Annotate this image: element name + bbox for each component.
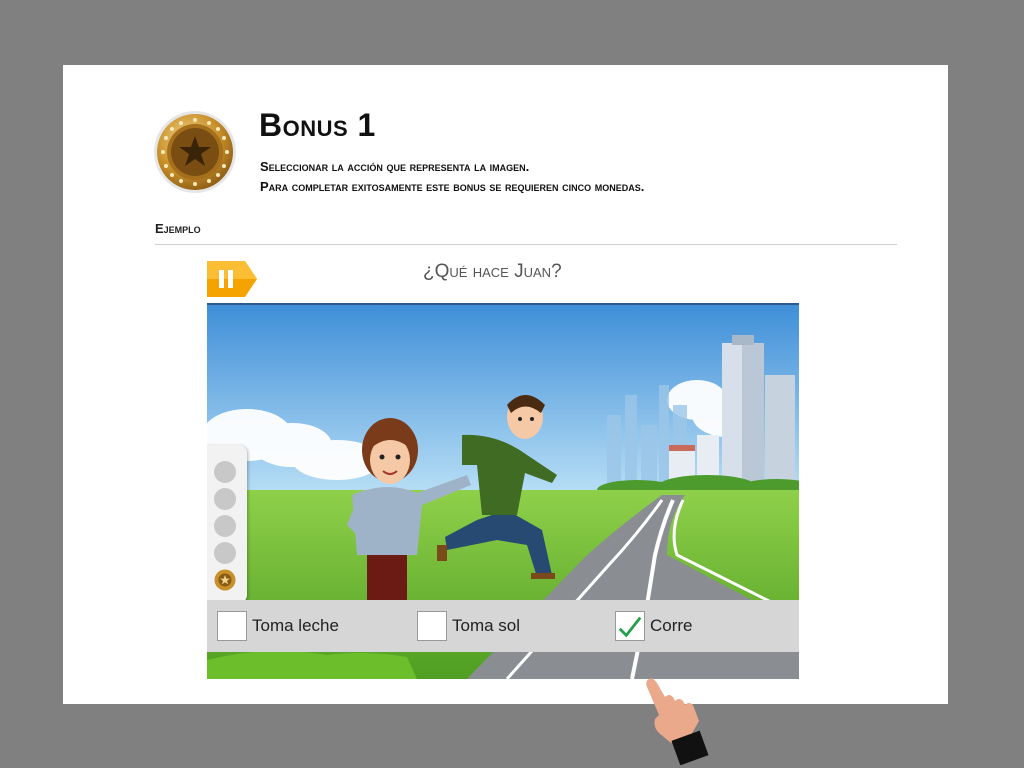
coin-slot-4 <box>214 542 236 564</box>
option-checkbox[interactable] <box>417 611 447 641</box>
pointing-hand-icon <box>646 678 709 765</box>
option-label: Toma leche <box>252 616 339 635</box>
option-toma-sol[interactable]: Toma sol <box>417 610 520 642</box>
option-checkbox[interactable] <box>217 611 247 641</box>
bonus-page: Bonus 1 Seleccionar la acción que repres… <box>63 65 948 765</box>
bonus-title: Bonus 1 <box>259 107 376 143</box>
option-label: Toma sol <box>452 616 521 635</box>
instruction-line-1: Seleccionar la acción que representa la … <box>260 159 530 174</box>
coin-slot-2 <box>214 488 236 510</box>
option-toma-leche[interactable]: Toma leche <box>217 610 339 642</box>
instructions: Seleccionar la acción que representa la … <box>260 157 644 197</box>
check-icon <box>618 616 642 638</box>
divider <box>155 244 897 245</box>
activity-scene: Toma leche Toma sol Corre <box>207 303 799 679</box>
instruction-line-2: Para completar exitosamente este bonus s… <box>260 179 645 194</box>
coin-progress-sidebar <box>207 445 247 603</box>
coin-slot-3 <box>214 515 236 537</box>
question-text: ¿Qué hace Juan? <box>423 261 562 282</box>
option-checkbox-checked[interactable] <box>615 611 645 641</box>
option-corre[interactable]: Corre <box>615 610 693 642</box>
coin-star-icon <box>154 111 236 193</box>
coin-earned-icon <box>214 569 236 591</box>
answer-bar: Toma leche Toma sol Corre <box>207 600 799 652</box>
example-label: Ejemplo <box>155 221 201 236</box>
coin-slot-1 <box>214 461 236 483</box>
pause-button[interactable] <box>207 261 257 297</box>
option-label: Corre <box>650 616 693 635</box>
